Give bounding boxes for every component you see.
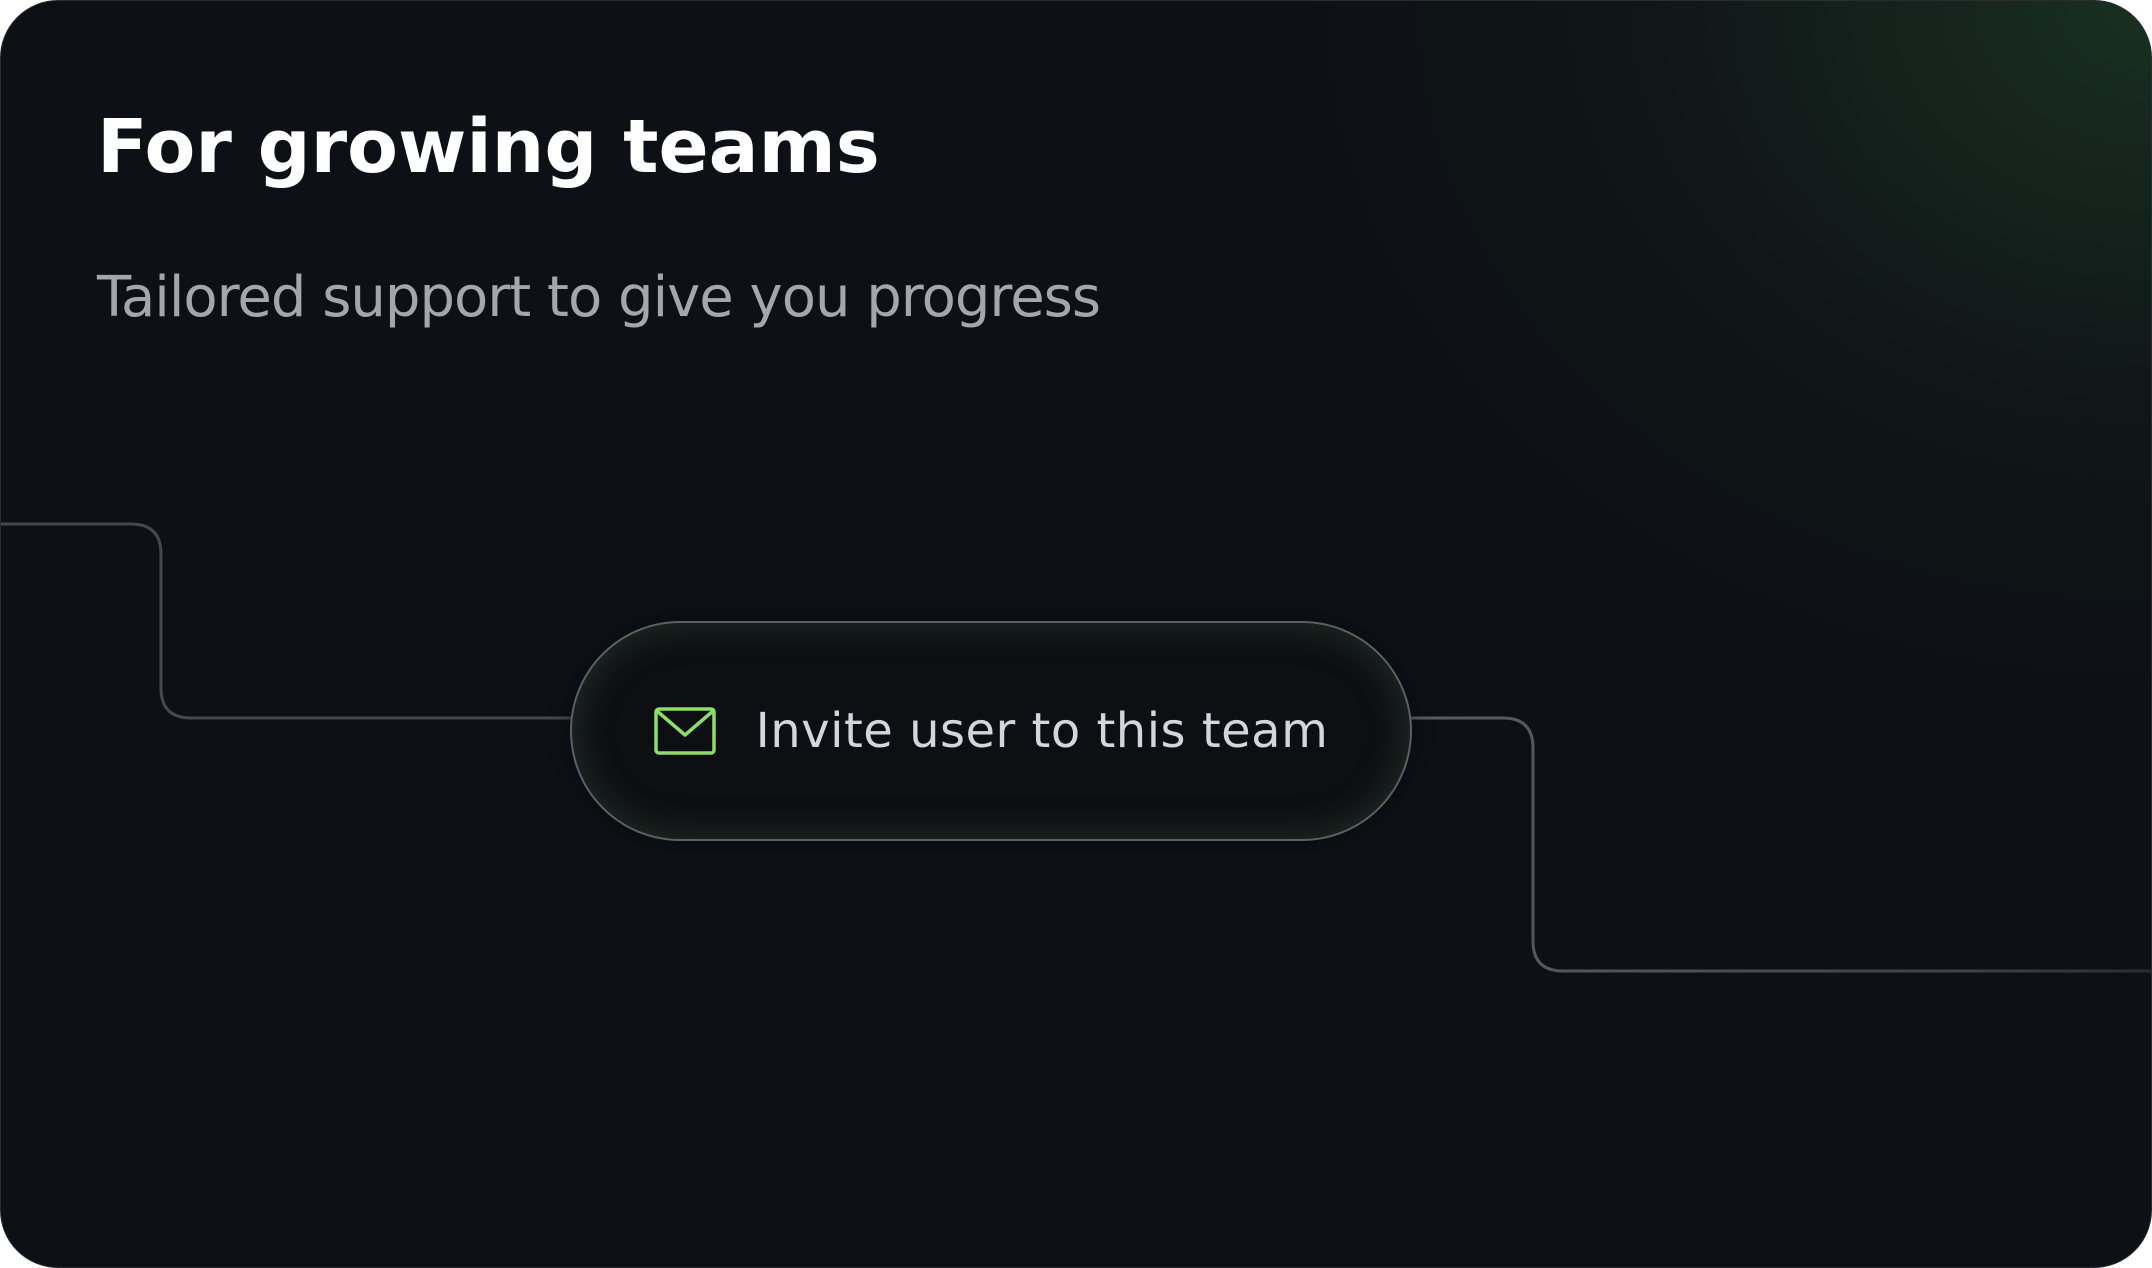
mail-icon bbox=[653, 707, 716, 755]
left-connector-line bbox=[1, 522, 571, 720]
invite-user-button[interactable]: Invite user to this team bbox=[570, 621, 1412, 841]
feature-card: For growing teams Tailored support to gi… bbox=[0, 0, 2152, 1268]
right-connector-line bbox=[1411, 716, 2151, 973]
invite-user-label: Invite user to this team bbox=[755, 703, 1329, 759]
